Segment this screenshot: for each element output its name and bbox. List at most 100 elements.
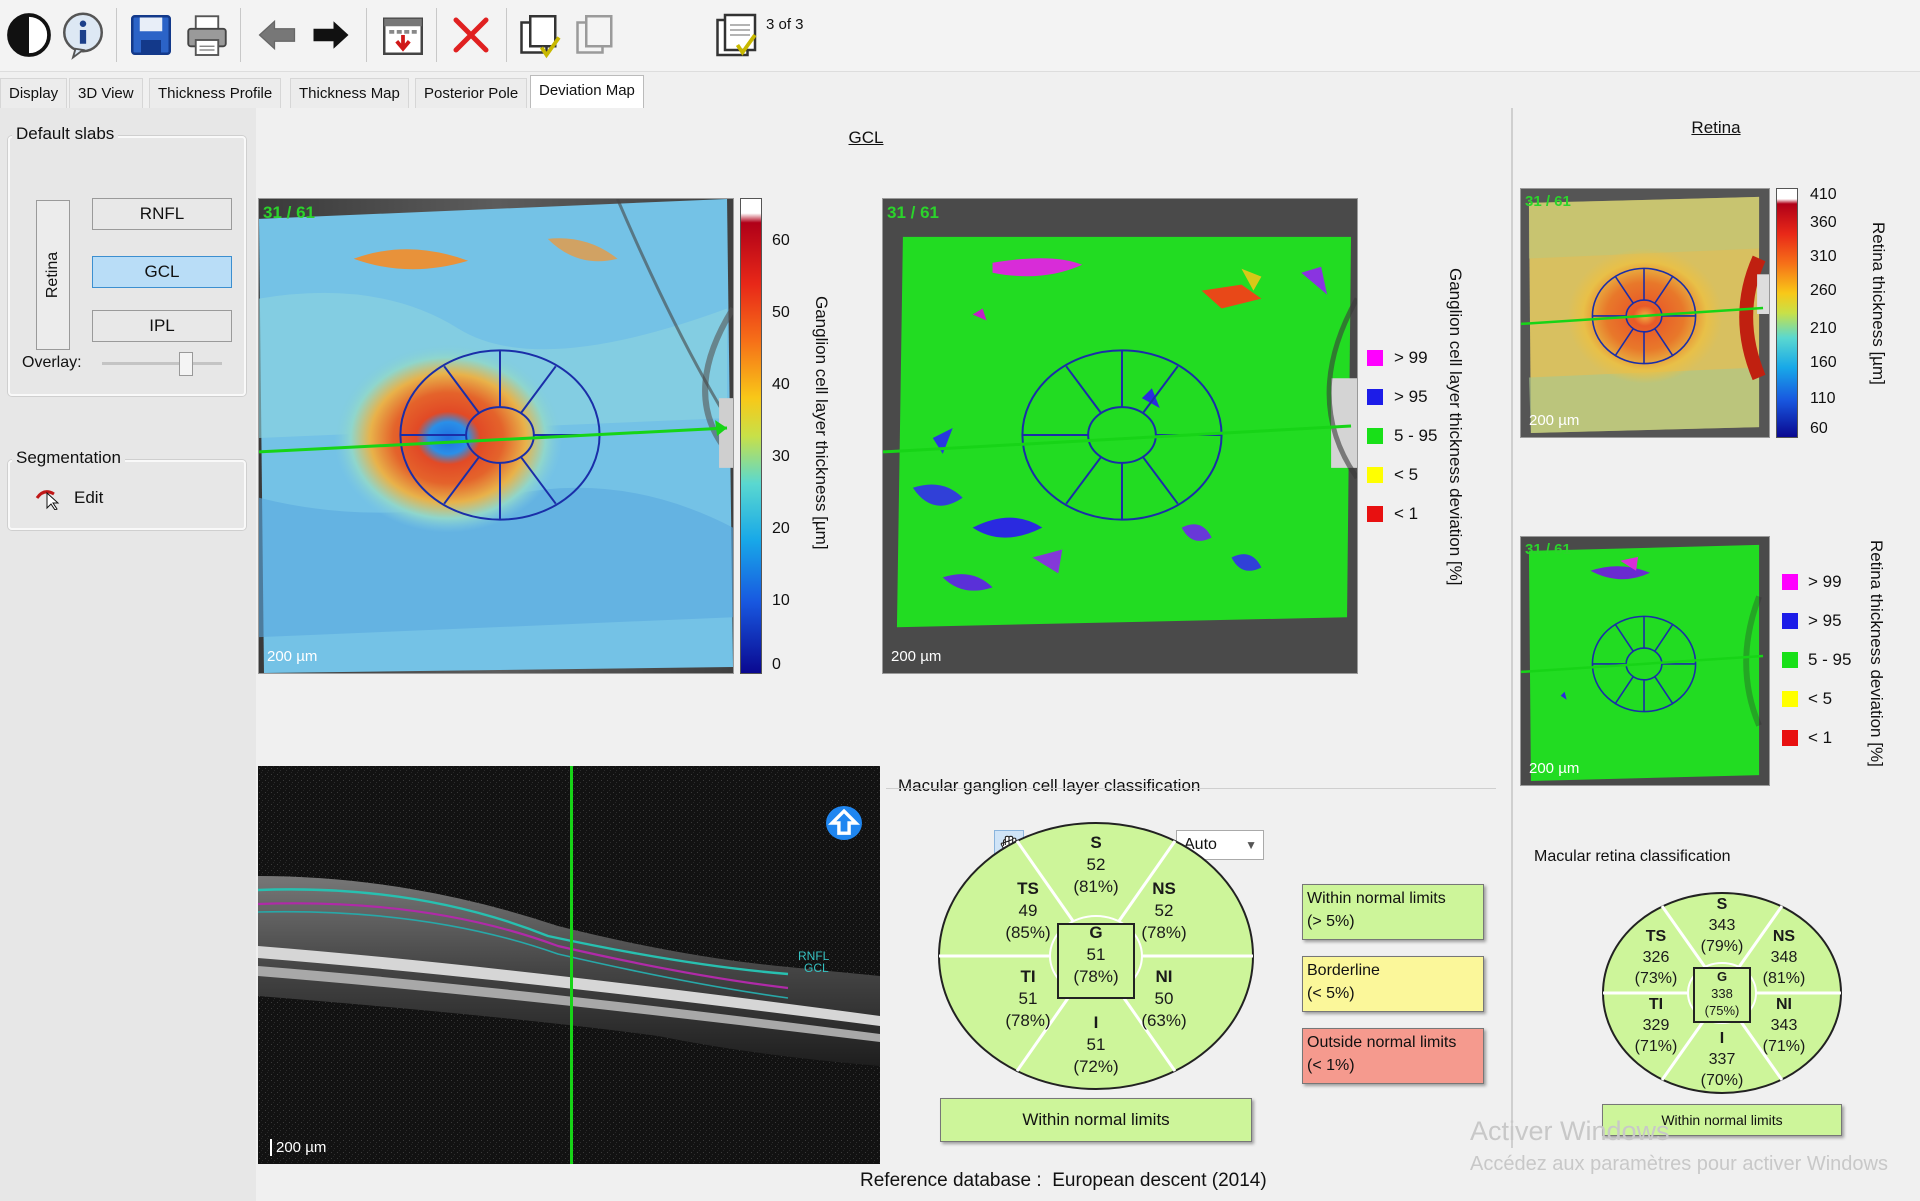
- retina-deviation-map-index: 31 / 61: [1525, 541, 1571, 558]
- retina-legend-label: > 99: [1808, 572, 1842, 591]
- retina-sector-ti: TI 329 (71%): [1634, 996, 1678, 1055]
- print-icon[interactable]: [178, 6, 236, 64]
- retina-map-scale-bar: 200 µm: [1529, 412, 1580, 429]
- gcl-deviation-map-image: [883, 199, 1357, 673]
- section-divider: [1511, 108, 1513, 1148]
- copy-disabled-icon[interactable]: [566, 6, 624, 64]
- segmentation-group: Edit: [8, 460, 246, 530]
- retina-sector-ni: NI 343 (71%): [1762, 996, 1806, 1055]
- legend-swatch-5-95: [1782, 652, 1798, 668]
- retina-section-title[interactable]: Retina: [1671, 118, 1761, 138]
- bscan-scale-bar: 200 µm: [270, 1139, 326, 1156]
- gcl-tick: 40: [772, 376, 790, 393]
- contrast-icon[interactable]: [0, 6, 58, 64]
- back-arrow-icon[interactable]: [248, 6, 306, 64]
- overlay-slider-thumb[interactable]: [179, 352, 193, 376]
- retina-thickness-map-image: [1521, 189, 1769, 437]
- forward-arrow-icon[interactable]: [302, 6, 360, 64]
- retina-map-index: 31 / 61: [1525, 193, 1571, 210]
- retina-tick: 110: [1810, 390, 1836, 407]
- gcl-sector-i: I 51 (72%): [1073, 1013, 1119, 1076]
- gcl-legend-label: < 1: [1394, 504, 1419, 523]
- tab-deviation-map[interactable]: Deviation Map: [530, 75, 644, 108]
- retina-tab-label: Retina: [44, 251, 61, 299]
- copy-icon[interactable]: [510, 6, 568, 64]
- view-tabs: Display 3D View Thickness Profile Thickn…: [0, 75, 660, 108]
- retina-deviation-map-image: [1521, 537, 1769, 785]
- gcl-tick: 60: [772, 232, 790, 249]
- delete-icon[interactable]: [442, 6, 500, 64]
- retina-tick: 260: [1810, 282, 1837, 299]
- bscan-layer-label: GCL: [804, 961, 829, 975]
- home-up-button[interactable]: [826, 806, 862, 840]
- windows-activation-watermark-sub: Accédez aux paramètres pour activer Wind…: [1470, 1153, 1888, 1175]
- retina-tick: 360: [1810, 214, 1837, 231]
- gcl-thickness-map-image: [259, 199, 733, 673]
- gcl-tick: 20: [772, 520, 790, 537]
- retina-legend-label: 5 - 95: [1808, 650, 1852, 669]
- retina-tick: 410: [1810, 186, 1837, 203]
- tab-posterior-pole[interactable]: Posterior Pole: [415, 78, 528, 108]
- main-view: GCL Retina 31 / 61 200 µm 60 50 40 30 20…: [256, 108, 1920, 1201]
- calendar-export-icon[interactable]: [374, 6, 432, 64]
- reference-label: Reference database :: [860, 1170, 1042, 1191]
- tab-thickness-profile[interactable]: Thickness Profile: [149, 78, 282, 108]
- gcl-thickness-map[interactable]: 31 / 61 200 µm: [258, 198, 734, 674]
- save-icon[interactable]: [122, 6, 180, 64]
- legend-swatch-gt95: [1782, 613, 1798, 629]
- left-panel: Retina RNFL GCL IPL Overlay: Default sla…: [0, 108, 256, 1201]
- retina-deviation-axis-label: Retina thickness deviation [%]: [1867, 540, 1886, 767]
- overlay-label: Overlay:: [22, 354, 82, 371]
- gcl-sector-ns: NS 52 (78%): [1141, 879, 1187, 942]
- gcl-deviation-map-index: 31 / 61: [887, 203, 939, 222]
- gcl-deviation-axis-label: Ganglion cell layer thickness deviation …: [1446, 268, 1465, 586]
- edit-segmentation-icon[interactable]: [34, 484, 64, 511]
- gcl-thickness-axis-label: Ganglion cell layer thickness [µm]: [812, 296, 831, 550]
- page-report-icon[interactable]: [706, 6, 764, 64]
- legend-swatch-gt99: [1367, 350, 1383, 366]
- retina-sector-g: G 338 (75%): [1704, 969, 1740, 1018]
- retina-thickness-colorbar: [1776, 188, 1798, 438]
- gcl-section-title[interactable]: GCL: [836, 128, 896, 148]
- gcl-legend-label: > 99: [1394, 348, 1428, 367]
- tab-thickness-map[interactable]: Thickness Map: [290, 78, 409, 108]
- gcl-sector-ni: NI 50 (63%): [1141, 967, 1187, 1030]
- retina-sector-ts: TS 326 (73%): [1634, 928, 1678, 987]
- gcl-tick: 50: [772, 304, 790, 321]
- retina-tick: 210: [1810, 320, 1837, 337]
- macular-gcl-classification-title: Macular ganglion cell layer classificati…: [898, 776, 1201, 795]
- oct-bscan-view[interactable]: RNFL GCL 200 µm: [258, 766, 880, 1164]
- retina-thickness-map[interactable]: 31 / 61 200 µm: [1520, 188, 1770, 438]
- gcl-classification-result: Within normal limits: [940, 1098, 1252, 1142]
- segmentation-title: Segmentation: [12, 448, 125, 468]
- retina-tick: 60: [1810, 420, 1828, 437]
- legend-within-normal: Within normal limits (> 5%): [1302, 884, 1484, 940]
- gcl-map-index: 31 / 61: [263, 203, 315, 222]
- edit-segmentation-button[interactable]: Edit: [74, 488, 103, 508]
- oct-bscan-image: [258, 766, 880, 1164]
- retina-sector-ns: NS 348 (81%): [1762, 928, 1806, 987]
- gcl-tick: 0: [772, 656, 781, 673]
- slab-gcl-button[interactable]: GCL: [92, 256, 232, 288]
- gcl-thickness-colorbar: [740, 198, 762, 674]
- tab-display[interactable]: Display: [0, 78, 68, 108]
- gcl-deviation-map[interactable]: 31 / 61 200 µm: [882, 198, 1358, 674]
- info-icon[interactable]: [54, 6, 112, 64]
- legend-swatch-gt99: [1782, 574, 1798, 590]
- page-counter: 3 of 3: [766, 16, 804, 33]
- retina-deviation-scale-bar: 200 µm: [1529, 760, 1580, 777]
- retina-slab-tab[interactable]: Retina: [36, 200, 70, 350]
- slab-rnfl-button[interactable]: RNFL: [92, 198, 232, 230]
- slab-ipl-button[interactable]: IPL: [92, 310, 232, 342]
- retina-deviation-map[interactable]: 31 / 61 200 µm: [1520, 536, 1770, 786]
- overlay-slider[interactable]: [102, 362, 222, 365]
- legend-swatch-gt95: [1367, 389, 1383, 405]
- gcl-legend-label: 5 - 95: [1394, 426, 1438, 445]
- retina-tick: 160: [1810, 354, 1837, 371]
- gcl-map-scale-bar: 200 µm: [267, 648, 318, 665]
- toolbar: 3 of 3: [0, 0, 1920, 72]
- retina-legend-label: > 95: [1808, 611, 1842, 630]
- tab-3d-view[interactable]: 3D View: [69, 78, 143, 108]
- retina-sector-s: S 343 (79%): [1700, 896, 1744, 955]
- gcl-tick: 30: [772, 448, 790, 465]
